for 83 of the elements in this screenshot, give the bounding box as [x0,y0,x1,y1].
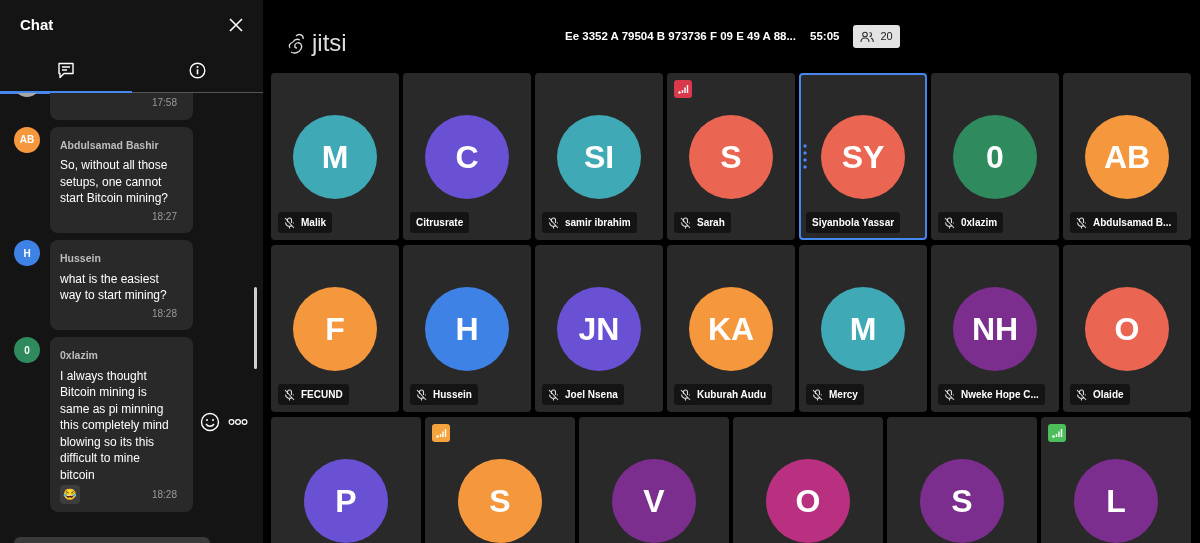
message-time: 18:27 [151,209,177,224]
participants-button[interactable]: 20 [853,25,900,48]
avatar: O [1085,287,1169,371]
avatar: M [293,115,377,199]
participant-tile[interactable]: L [1041,417,1191,543]
avatar: C [425,115,509,199]
name-tag: Malik [278,212,332,233]
name-tag: Kuburah Audu [674,384,773,405]
emoji-icon[interactable] [200,412,220,432]
participant-tile[interactable]: O [733,417,883,543]
avatar: AB [14,126,40,153]
chat-icon [56,62,75,79]
reaction[interactable]: 😂 [60,485,80,504]
avatar: NH [953,287,1037,371]
name-tag: Olaide [1070,384,1130,405]
name-tag: Siyanbola Yassar [806,212,901,233]
participant-tile[interactable]: SI samir ibrahim [535,73,663,240]
message-time: 18:28 [151,488,177,502]
avatar: H [14,240,40,266]
sender-name: Abdulsamad Bashir [60,137,160,153]
avatar: V [612,459,696,543]
avatar: AB [1085,115,1169,199]
avatar: SY [821,115,905,199]
connection-indicator[interactable] [432,424,450,442]
connection-indicator[interactable] [1048,424,1066,442]
avatar: 0 [14,337,40,363]
message-text: So, without all those setups, one cannot start Bitcoin mining? [60,157,170,207]
avatar: S [689,115,773,199]
name-tag: Abdulsamad B... [1070,212,1178,233]
connection-indicator[interactable] [674,80,692,98]
avatar: P [304,459,388,543]
sender-name: Hussein [60,251,102,266]
participant-tile[interactable]: NH Nweke Hope C... [931,245,1059,412]
avatar: 0 [953,115,1037,199]
name-tag: Joel Nsena [542,384,624,405]
participant-tile[interactable]: AB Abdulsamad B... [1063,73,1191,240]
name-tag: Citrusrate [410,212,470,233]
avatar: F [293,287,377,371]
more-icon[interactable] [228,418,248,426]
participant-tile[interactable]: S Sarah [667,73,795,240]
logo-text: jitsi [312,28,347,58]
name-tag: Nweke Hope C... [938,384,1045,405]
participant-tile[interactable]: JN Joel Nsena [535,245,663,412]
participant-tile[interactable]: F FECUND [271,245,399,412]
avatar: O [766,459,850,543]
people-icon [860,30,875,43]
meeting-timer: 55:05 [810,28,840,44]
message-time: 18:28 [151,306,177,321]
avatar: SI [557,115,641,199]
name-tag: Mercy [806,384,864,405]
name-tag: samir ibrahim [542,212,637,233]
participant-tile[interactable]: 0 0xlazim [931,73,1059,240]
avatar: S [458,459,542,543]
participant-tile[interactable]: KA Kuburah Audu [667,245,795,412]
name-tag: FECUND [278,384,349,405]
participant-tile[interactable]: S [887,417,1037,543]
sender-name: 0xlazim [60,348,99,363]
name-tag: 0xlazim [938,212,1004,233]
participant-tile[interactable]: C Citrusrate [403,73,531,240]
avatar: L [1074,459,1158,543]
scrollbar[interactable] [254,287,257,369]
participant-tile[interactable]: P [271,417,421,543]
participant-tile[interactable]: M Malik [271,73,399,240]
participant-tile[interactable]: M Mercy [799,245,927,412]
message-text: what is the easiest way to start mining? [60,270,168,304]
meeting-title: Ee 3352 A 79504 B 973736 F 09 E 49 A 88... [565,28,796,44]
name-tag: Hussein [410,384,478,405]
panel-title: Chat [20,14,54,35]
message-time: 17:58 [151,96,177,110]
avatar: H [425,287,509,371]
message-text: I always thought Bitcoin mining is same as pi minning this completely mind blowing so its this difficult to mine bitcoin [60,367,170,483]
avatar: M [821,287,905,371]
participant-tile[interactable]: O Olaide [1063,245,1191,412]
participant-tile[interactable]: H Hussein [403,245,531,412]
participant-tile[interactable]: SY Siyanbola Yassar [799,73,927,240]
avatar: S [920,459,1004,543]
avatar: KA [689,287,773,371]
info-icon [188,62,206,79]
avatar: JN [557,287,641,371]
close-icon[interactable] [229,18,243,32]
name-tag: Sarah [674,212,731,233]
participant-tile[interactable]: V [579,417,729,543]
drag-handle-icon[interactable] [803,143,807,171]
